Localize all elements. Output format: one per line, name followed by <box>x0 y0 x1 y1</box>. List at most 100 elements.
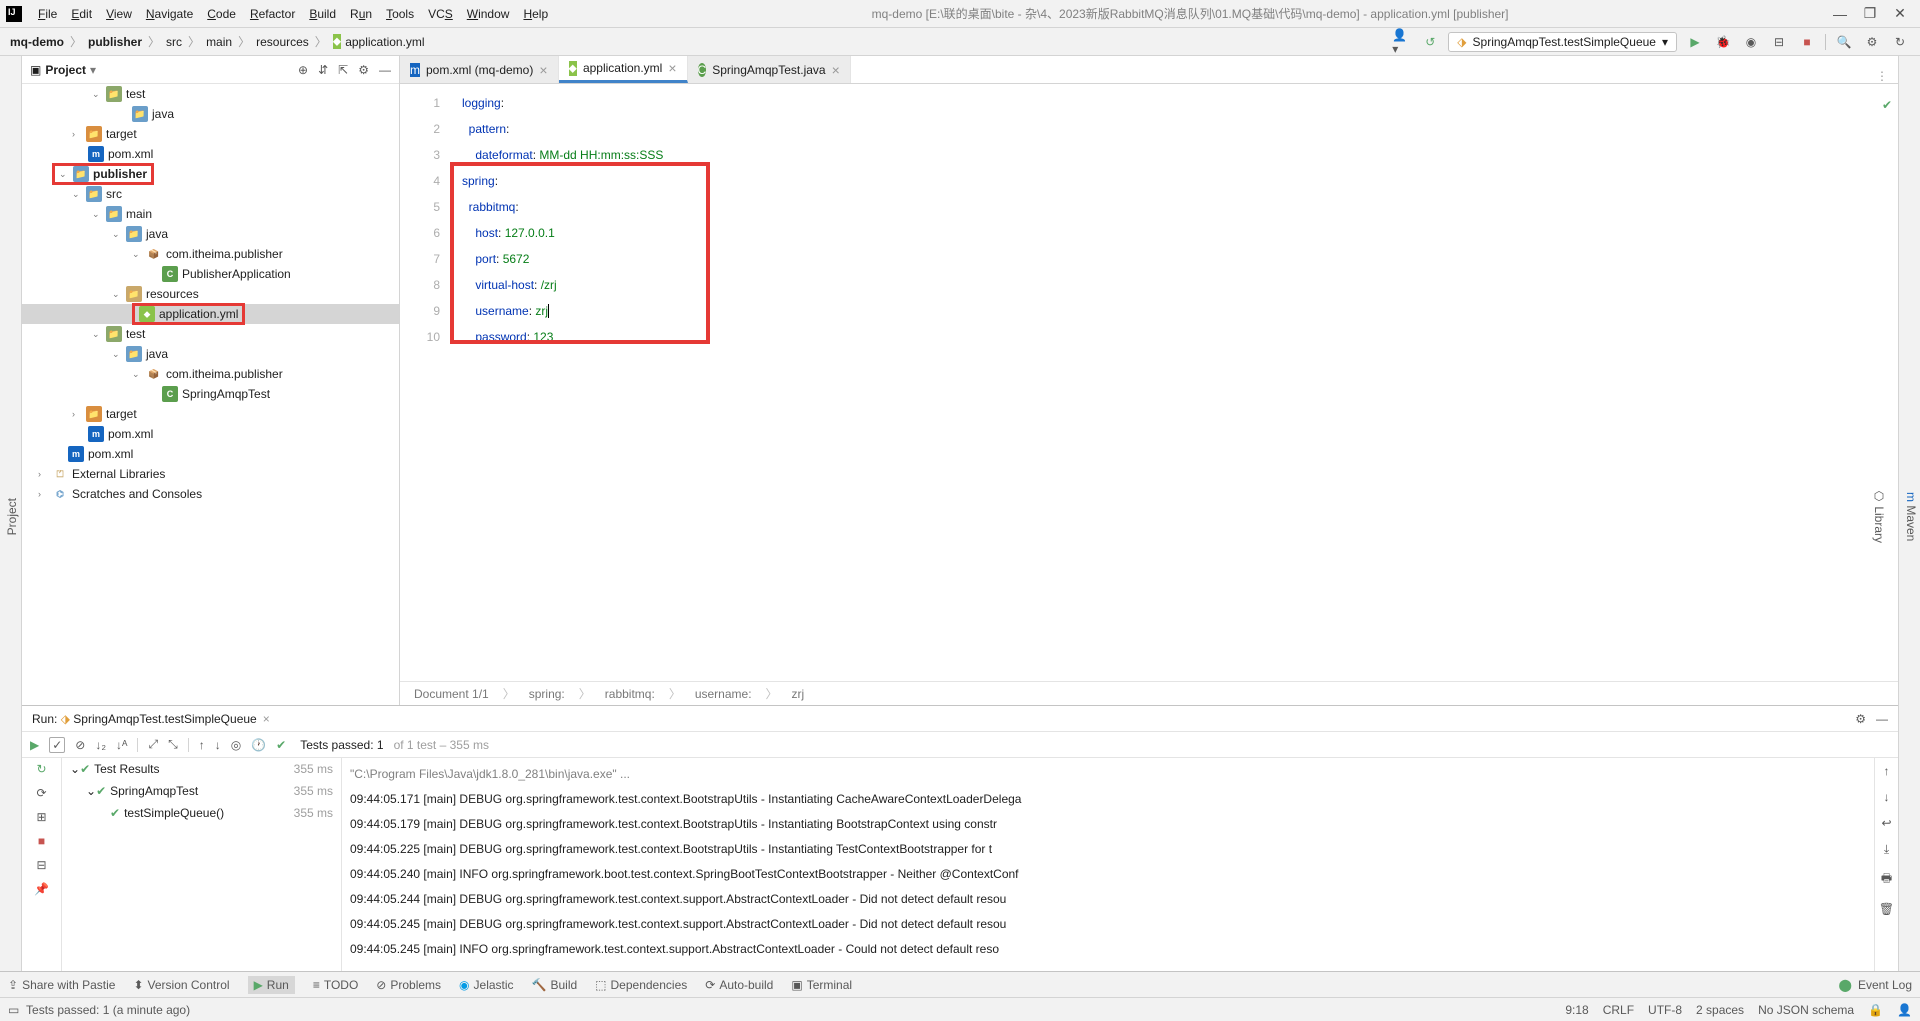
maven-tool-tab[interactable]: m Maven <box>1902 488 1920 545</box>
pin-icon[interactable]: 📌 <box>34 882 49 896</box>
status-message: Tests passed: 1 (a minute ago) <box>26 1003 190 1017</box>
menu-vcs[interactable]: VCS <box>422 5 459 23</box>
menu-window[interactable]: Window <box>461 5 516 23</box>
schema[interactable]: No JSON schema <box>1758 1003 1854 1017</box>
window-title: mq-demo [E:\联的桌面\bite - 杂\4、2023新版Rabbit… <box>556 5 1824 22</box>
pastie-tool[interactable]: ⇪ Share with Pastie <box>8 978 115 992</box>
close-icon[interactable]: × <box>832 62 840 78</box>
menu-file[interactable]: File <box>32 5 63 23</box>
print-icon[interactable]: 🖶 <box>1881 869 1892 890</box>
minimize-icon[interactable]: — <box>1826 6 1854 22</box>
hide-icon[interactable]: — <box>1876 712 1888 726</box>
close-icon[interactable]: × <box>539 62 547 78</box>
prev-icon[interactable]: ↑ <box>199 738 205 752</box>
caret-pos[interactable]: 9:18 <box>1565 1003 1588 1017</box>
inspector-icon[interactable]: 👤 <box>1897 1003 1912 1017</box>
sync-icon[interactable]: ↺ <box>1420 32 1440 52</box>
debug-icon[interactable]: 🐞 <box>1713 32 1733 52</box>
crumb-root[interactable]: mq-demo <box>10 35 64 49</box>
hide-icon[interactable]: — <box>379 63 391 77</box>
menu-edit[interactable]: Edit <box>65 5 98 23</box>
tabs-more-icon[interactable]: ⋮ <box>1866 69 1898 83</box>
menu-refactor[interactable]: Refactor <box>244 5 301 23</box>
auto-test-icon[interactable]: ⊞ <box>36 810 46 824</box>
crumb-main[interactable]: main <box>206 35 232 49</box>
scroll-up-icon[interactable]: ↑ <box>1884 764 1890 778</box>
tab-application-yml[interactable]: ⬥application.yml× <box>559 56 688 83</box>
clear-icon[interactable]: 🗑 <box>1879 902 1894 916</box>
autobuild-tool[interactable]: ⟳ Auto-build <box>705 978 773 992</box>
collapse-all-icon[interactable]: ⇱ <box>338 63 348 77</box>
jelastic-tool[interactable]: ◉ Jelastic <box>459 978 514 992</box>
project-tool-tab[interactable]: Project <box>3 494 21 539</box>
stop-icon[interactable]: ■ <box>1797 32 1817 52</box>
coverage-icon[interactable]: ◉ <box>1741 32 1761 52</box>
build-tool[interactable]: 🔨 Build <box>532 978 578 992</box>
scroll-end-icon[interactable]: ⤓ <box>1884 842 1889 857</box>
ide-logo <box>6 6 22 22</box>
run-tool[interactable]: ▶ Run <box>248 976 295 994</box>
maximize-icon[interactable]: ❐ <box>1856 5 1884 22</box>
tab-spring-amqp-test[interactable]: CSpringAmqpTest.java× <box>688 56 851 83</box>
crumb-file[interactable]: application.yml <box>345 35 424 49</box>
menu-help[interactable]: Help <box>517 5 554 23</box>
crumb-src[interactable]: src <box>166 35 182 49</box>
tree-settings-icon[interactable]: ⚙ <box>358 63 369 77</box>
sort-abc-icon[interactable]: ↓ᴬ <box>116 738 127 752</box>
menu-code[interactable]: Code <box>201 5 242 23</box>
line-sep[interactable]: CRLF <box>1603 1003 1634 1017</box>
menu-navigate[interactable]: Navigate <box>140 5 199 23</box>
expand-icon[interactable]: ⤢ <box>148 737 158 752</box>
profile-icon[interactable]: ⊟ <box>1769 32 1789 52</box>
settings-icon[interactable]: ⚙ <box>1862 32 1882 52</box>
project-title: Project <box>45 63 86 77</box>
deps-tool[interactable]: ⬚ Dependencies <box>595 978 687 992</box>
test-tree[interactable]: ⌄✔Test Results355 ms ⌄✔SpringAmqpTest355… <box>62 758 342 971</box>
encoding[interactable]: UTF-8 <box>1648 1003 1682 1017</box>
code-editor[interactable]: ✔ 12345678910 logging: pattern: dateform… <box>400 84 1898 681</box>
run-settings-icon[interactable]: ⚙ <box>1855 712 1866 726</box>
soft-wrap-icon[interactable]: ↩ <box>1881 816 1891 830</box>
vcs-tool[interactable]: ⬍ Version Control <box>133 978 229 992</box>
select-opened-icon[interactable]: ⊕ <box>298 63 308 77</box>
scroll-down-icon[interactable]: ↓ <box>1884 790 1890 804</box>
export-icon[interactable]: ◎ <box>231 738 241 752</box>
todo-tool[interactable]: ≡ TODO <box>313 978 358 992</box>
rerun-icon[interactable]: ↻ <box>36 762 46 776</box>
search-icon[interactable]: 🔍 <box>1834 32 1854 52</box>
close-icon[interactable]: × <box>668 60 676 76</box>
stop-tests-icon[interactable]: ⊘ <box>75 738 85 752</box>
user-icon[interactable]: 👤▾ <box>1392 32 1412 52</box>
expand-all-icon[interactable]: ⇵ <box>318 63 328 77</box>
terminal-tool[interactable]: ▣ Terminal <box>791 978 852 992</box>
layout-icon[interactable]: ⊟ <box>36 858 46 872</box>
next-icon[interactable]: ↓ <box>215 738 221 752</box>
run-config-selector[interactable]: ⬗ SpringAmqpTest.testSimpleQueue ▾ <box>1448 32 1677 52</box>
event-log[interactable]: Event Log <box>1858 978 1912 992</box>
toggle-auto-icon[interactable]: ✓ <box>49 737 65 753</box>
lock-icon[interactable]: 🔒 <box>1868 1003 1883 1017</box>
indent[interactable]: 2 spaces <box>1696 1003 1744 1017</box>
rerun-icon[interactable]: ▶ <box>30 738 39 752</box>
console-output[interactable]: "C:\Program Files\Java\jdk1.8.0_281\bin\… <box>342 758 1874 971</box>
close-icon[interactable]: × <box>263 712 270 726</box>
menu-run[interactable]: Run <box>344 5 378 23</box>
history-icon[interactable]: 🕐 <box>251 738 266 752</box>
run-config-label: SpringAmqpTest.testSimpleQueue <box>1473 35 1656 49</box>
crumb-publisher[interactable]: publisher <box>88 35 142 49</box>
problems-tool[interactable]: ⊘ Problems <box>376 978 441 992</box>
status-bar: ▭ Tests passed: 1 (a minute ago) 9:18 CR… <box>0 997 1920 1021</box>
menu-tools[interactable]: Tools <box>380 5 420 23</box>
project-tree[interactable]: ⌄📁test 📁java ›📁target mpom.xml ⌄📁publish… <box>22 84 399 705</box>
close-icon[interactable]: ✕ <box>1886 5 1914 22</box>
crumb-resources[interactable]: resources <box>256 35 309 49</box>
update-icon[interactable]: ↻ <box>1890 32 1910 52</box>
collapse-icon[interactable]: ⤡ <box>168 737 178 752</box>
run-icon[interactable]: ▶ <box>1685 32 1705 52</box>
menu-view[interactable]: View <box>100 5 138 23</box>
stop-icon[interactable]: ■ <box>38 834 45 848</box>
menu-build[interactable]: Build <box>303 5 342 23</box>
tab-pom[interactable]: mpom.xml (mq-demo)× <box>400 56 559 83</box>
rerun-failed-icon[interactable]: ⟳ <box>36 786 46 800</box>
sort-icon[interactable]: ↓₂ <box>95 738 106 752</box>
